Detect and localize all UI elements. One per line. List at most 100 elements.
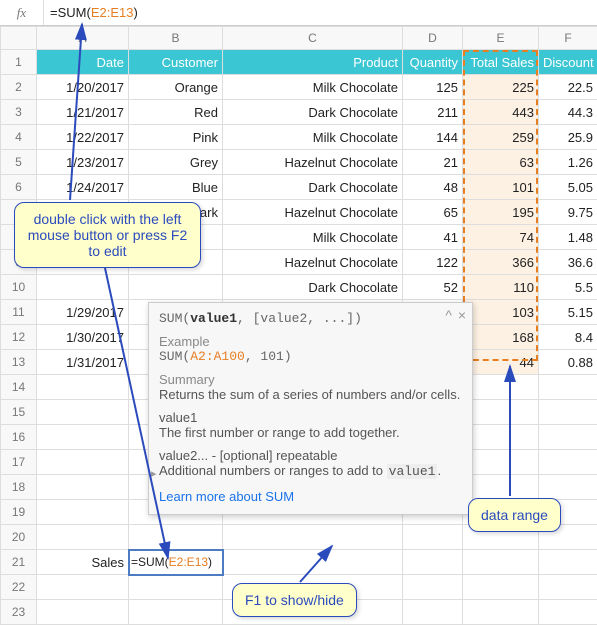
col-header-c[interactable]: C (223, 27, 403, 50)
row-header[interactable]: 12 (1, 325, 37, 350)
cell[interactable] (37, 275, 129, 300)
tooltip-controls[interactable]: ^ × (443, 307, 466, 323)
cell[interactable] (129, 275, 223, 300)
cell[interactable] (539, 475, 597, 500)
cell[interactable] (37, 500, 129, 525)
row-header[interactable]: 15 (1, 400, 37, 425)
cell[interactable]: 21 (403, 150, 463, 175)
cell[interactable] (403, 550, 463, 575)
cell[interactable]: 1.26 (539, 150, 597, 175)
cell[interactable]: 63 (463, 150, 539, 175)
caret-up-icon[interactable]: ^ (445, 307, 452, 323)
header-product[interactable]: Product (223, 50, 403, 75)
col-header-b[interactable]: B (129, 27, 223, 50)
cell[interactable]: 125 (403, 75, 463, 100)
cell[interactable]: 1/29/2017 (37, 300, 129, 325)
cell[interactable]: Milk Chocolate (223, 125, 403, 150)
cell[interactable]: 195 (463, 200, 539, 225)
active-formula-cell[interactable]: =SUM(E2:E13) (129, 550, 223, 575)
cell[interactable] (129, 575, 223, 600)
cell[interactable]: 1/23/2017 (37, 150, 129, 175)
header-total-sales[interactable]: Total Sales (463, 50, 539, 75)
row-header[interactable]: 21 (1, 550, 37, 575)
cell[interactable]: Milk Chocolate (223, 75, 403, 100)
col-header-d[interactable]: D (403, 27, 463, 50)
cell[interactable] (539, 550, 597, 575)
cell[interactable] (539, 575, 597, 600)
cell[interactable]: 0.88 (539, 350, 597, 375)
cell[interactable] (463, 550, 539, 575)
cell[interactable]: Dark Chocolate (223, 175, 403, 200)
cell[interactable]: 65 (403, 200, 463, 225)
col-header-f[interactable]: F (539, 27, 597, 50)
cell[interactable]: 36.6 (539, 250, 597, 275)
cell[interactable] (37, 525, 129, 550)
cell[interactable]: 74 (463, 225, 539, 250)
row-header[interactable]: 10 (1, 275, 37, 300)
cell-sales-label[interactable]: Sales (37, 550, 129, 575)
cell[interactable] (463, 600, 539, 625)
cell[interactable]: 1/24/2017 (37, 175, 129, 200)
cell[interactable] (539, 450, 597, 475)
row-header[interactable]: 17 (1, 450, 37, 475)
formula-input[interactable]: =SUM(E2:E13) (44, 0, 597, 25)
cell[interactable]: 1/22/2017 (37, 125, 129, 150)
cell[interactable] (129, 600, 223, 625)
cell[interactable] (37, 450, 129, 475)
cell[interactable] (463, 450, 539, 475)
row-header[interactable]: 23 (1, 600, 37, 625)
cell[interactable] (539, 375, 597, 400)
cell[interactable]: 48 (403, 175, 463, 200)
cell[interactable] (129, 525, 223, 550)
row-header[interactable]: 22 (1, 575, 37, 600)
cell[interactable]: 168 (463, 325, 539, 350)
cell[interactable]: Blue (129, 175, 223, 200)
cell[interactable]: 52 (403, 275, 463, 300)
corner-cell[interactable] (1, 27, 37, 50)
cell[interactable] (223, 550, 403, 575)
cell[interactable]: 5.05 (539, 175, 597, 200)
cell[interactable] (403, 525, 463, 550)
cell[interactable] (223, 525, 403, 550)
cell[interactable]: 41 (403, 225, 463, 250)
cell[interactable] (539, 600, 597, 625)
cell[interactable]: Pink (129, 125, 223, 150)
row-header[interactable]: 11 (1, 300, 37, 325)
cell[interactable]: 1/30/2017 (37, 325, 129, 350)
cell[interactable] (463, 400, 539, 425)
cell[interactable]: 5.15 (539, 300, 597, 325)
cell[interactable]: 103 (463, 300, 539, 325)
cell[interactable]: 25.9 (539, 125, 597, 150)
row-header[interactable]: 14 (1, 375, 37, 400)
row-header[interactable]: 4 (1, 125, 37, 150)
cell[interactable] (37, 400, 129, 425)
header-customer[interactable]: Customer (129, 50, 223, 75)
cell[interactable]: 44.3 (539, 100, 597, 125)
row-header[interactable]: 16 (1, 425, 37, 450)
cell[interactable]: Milk Chocolate (223, 225, 403, 250)
cell[interactable]: Hazelnut Chocolate (223, 150, 403, 175)
cell[interactable] (37, 425, 129, 450)
row-header[interactable]: 19 (1, 500, 37, 525)
cell[interactable]: 9.75 (539, 200, 597, 225)
cell[interactable] (37, 575, 129, 600)
cell[interactable]: 366 (463, 250, 539, 275)
cell[interactable] (403, 575, 463, 600)
cell[interactable]: 211 (403, 100, 463, 125)
col-header-a[interactable]: A (37, 27, 129, 50)
cell[interactable]: 225 (463, 75, 539, 100)
cell[interactable]: 44 (463, 350, 539, 375)
cell[interactable]: 144 (403, 125, 463, 150)
cell[interactable]: Hazelnut Chocolate (223, 200, 403, 225)
row-header[interactable]: 18 (1, 475, 37, 500)
row-header[interactable]: 2 (1, 75, 37, 100)
header-date[interactable]: Date (37, 50, 129, 75)
cell[interactable]: 1/21/2017 (37, 100, 129, 125)
cell[interactable] (463, 425, 539, 450)
cell[interactable] (37, 375, 129, 400)
collapse-arrow-icon[interactable]: ▸ (151, 467, 157, 480)
cell[interactable] (37, 475, 129, 500)
cell[interactable]: 1.48 (539, 225, 597, 250)
cell[interactable]: Red (129, 100, 223, 125)
cell[interactable]: Dark Chocolate (223, 100, 403, 125)
